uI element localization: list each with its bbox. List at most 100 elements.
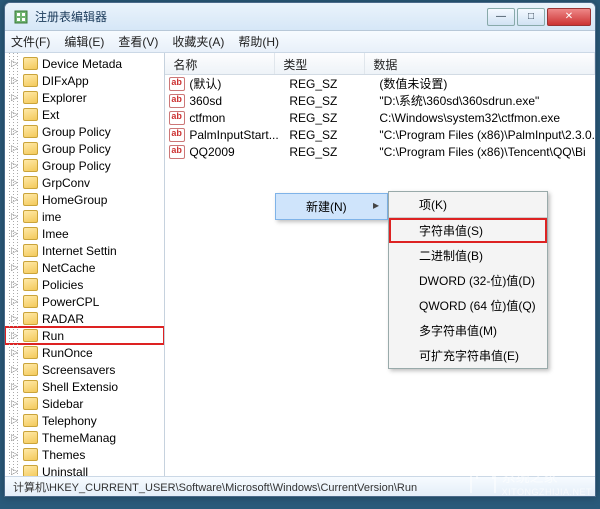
tree-item-homegroup[interactable]: HomeGroup — [5, 191, 164, 208]
value-row[interactable]: (默认)REG_SZ(数值未设置) — [165, 75, 595, 92]
tree-label: Group Policy — [42, 125, 111, 139]
folder-icon — [23, 431, 38, 444]
tree-label: Run — [42, 329, 64, 343]
tree-label: GrpConv — [42, 176, 90, 190]
tree-label: Uninstall — [42, 465, 88, 477]
folder-icon — [23, 346, 38, 359]
tree-item-difxapp[interactable]: DIFxApp — [5, 72, 164, 89]
tree-label: NetCache — [42, 261, 95, 275]
string-icon — [169, 145, 185, 159]
col-name[interactable]: 名称 — [165, 53, 275, 74]
tree-item-shell-extensio[interactable]: Shell Extensio — [5, 378, 164, 395]
list-header[interactable]: 名称 类型 数据 — [165, 53, 595, 75]
folder-icon — [23, 108, 38, 121]
value-name: PalmInputStart... — [189, 128, 289, 142]
menubar: 文件(F) 编辑(E) 查看(V) 收藏夹(A) 帮助(H) — [5, 31, 595, 53]
value-data: C:\Windows\system32\ctfmon.exe — [379, 111, 595, 125]
tree-label: Group Policy — [42, 159, 111, 173]
tree-item-thememanag[interactable]: ThemeManag — [5, 429, 164, 446]
folder-icon — [23, 295, 38, 308]
menu-view[interactable]: 查看(V) — [118, 33, 158, 50]
ctx-new[interactable]: 新建(N) — [275, 193, 388, 220]
context-menu-new: 新建(N) — [275, 193, 388, 220]
tree-item-screensavers[interactable]: Screensavers — [5, 361, 164, 378]
value-row[interactable]: ctfmonREG_SZC:\Windows\system32\ctfmon.e… — [165, 109, 595, 126]
tree-item-ime[interactable]: ime — [5, 208, 164, 225]
value-name: (默认) — [189, 75, 289, 92]
context-submenu-new: 项(K) 字符串值(S) 二进制值(B) DWORD (32-位)值(D) QW… — [388, 191, 548, 369]
tree-item-group-policy[interactable]: Group Policy — [5, 157, 164, 174]
folder-icon — [23, 329, 38, 342]
folder-icon — [23, 261, 38, 274]
folder-icon — [23, 74, 38, 87]
menu-help[interactable]: 帮助(H) — [238, 33, 279, 50]
tree-item-group-policy[interactable]: Group Policy — [5, 123, 164, 140]
tree-item-run[interactable]: Run — [5, 327, 164, 344]
app-icon — [13, 9, 29, 25]
tree-label: ThemeManag — [42, 431, 116, 445]
tree-item-imee[interactable]: Imee — [5, 225, 164, 242]
value-row[interactable]: QQ2009REG_SZ"C:\Program Files (x86)\Tenc… — [165, 143, 595, 160]
tree-label: Policies — [42, 278, 83, 292]
tree-item-policies[interactable]: Policies — [5, 276, 164, 293]
folder-icon — [23, 278, 38, 291]
ctx-dword[interactable]: DWORD (32-位)值(D) — [389, 268, 547, 293]
maximize-button[interactable]: □ — [517, 8, 545, 26]
menu-favorites[interactable]: 收藏夹(A) — [172, 33, 224, 50]
ctx-expand[interactable]: 可扩充字符串值(E) — [389, 343, 547, 368]
tree-label: HomeGroup — [42, 193, 107, 207]
tree-item-themes[interactable]: Themes — [5, 446, 164, 463]
tree-item-radar[interactable]: RADAR — [5, 310, 164, 327]
minimize-button[interactable]: — — [487, 8, 515, 26]
folder-icon — [23, 142, 38, 155]
close-button[interactable]: ✕ — [547, 8, 591, 26]
tree-item-ext[interactable]: Ext — [5, 106, 164, 123]
tree-label: Ext — [42, 108, 59, 122]
menu-edit[interactable]: 编辑(E) — [64, 33, 104, 50]
titlebar[interactable]: 注册表编辑器 — □ ✕ — [5, 3, 595, 31]
ctx-string[interactable]: 字符串值(S) — [389, 218, 547, 243]
folder-icon — [23, 397, 38, 410]
ctx-binary[interactable]: 二进制值(B) — [389, 243, 547, 268]
tree-item-explorer[interactable]: Explorer — [5, 89, 164, 106]
folder-icon — [23, 210, 38, 223]
folder-icon — [23, 363, 38, 376]
ctx-qword[interactable]: QWORD (64 位)值(Q) — [389, 293, 547, 318]
ctx-key[interactable]: 项(K) — [389, 192, 547, 218]
tree-label: PowerCPL — [42, 295, 99, 309]
tree-label: Sidebar — [42, 397, 83, 411]
menu-file[interactable]: 文件(F) — [11, 33, 50, 50]
tree-item-grpconv[interactable]: GrpConv — [5, 174, 164, 191]
tree-label: ime — [42, 210, 61, 224]
folder-icon — [23, 193, 38, 206]
tree-label: Group Policy — [42, 142, 111, 156]
tree-item-telephony[interactable]: Telephony — [5, 412, 164, 429]
tree-label: Device Metada — [42, 57, 122, 71]
col-type[interactable]: 类型 — [275, 53, 365, 74]
tree-label: Shell Extensio — [42, 380, 118, 394]
col-data[interactable]: 数据 — [365, 53, 595, 74]
value-type: REG_SZ — [289, 111, 379, 125]
tree-label: DIFxApp — [42, 74, 89, 88]
value-row[interactable]: PalmInputStart...REG_SZ"C:\Program Files… — [165, 126, 595, 143]
value-data: "C:\Program Files (x86)\PalmInput\2.3.0. — [379, 128, 595, 142]
tree-item-device-metada[interactable]: Device Metada — [5, 55, 164, 72]
tree-item-group-policy[interactable]: Group Policy — [5, 140, 164, 157]
tree-label: RunOnce — [42, 346, 93, 360]
value-row[interactable]: 360sdREG_SZ"D:\系统\360sd\360sdrun.exe" — [165, 92, 595, 109]
tree-item-uninstall[interactable]: Uninstall — [5, 463, 164, 476]
string-icon — [169, 111, 185, 125]
tree-item-netcache[interactable]: NetCache — [5, 259, 164, 276]
ctx-multi[interactable]: 多字符串值(M) — [389, 318, 547, 343]
tree-label: RADAR — [42, 312, 84, 326]
tree-item-runonce[interactable]: RunOnce — [5, 344, 164, 361]
tree-item-powercpl[interactable]: PowerCPL — [5, 293, 164, 310]
folder-icon — [23, 159, 38, 172]
window-title: 注册表编辑器 — [35, 8, 487, 25]
value-data: (数值未设置) — [379, 75, 595, 92]
tree-item-internet-settin[interactable]: Internet Settin — [5, 242, 164, 259]
value-name: 360sd — [189, 94, 289, 108]
tree-pane[interactable]: Device Metada DIFxAppExplorer Ext Group Pol… — [5, 53, 165, 476]
string-icon — [169, 77, 185, 91]
tree-item-sidebar[interactable]: Sidebar — [5, 395, 164, 412]
